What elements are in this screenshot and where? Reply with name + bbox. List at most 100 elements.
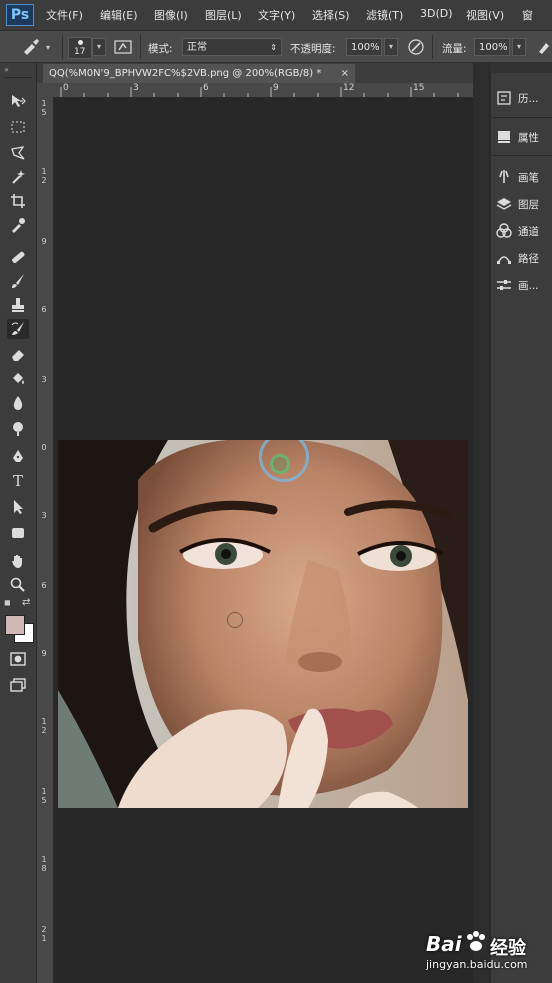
- eraser-tool[interactable]: [7, 345, 29, 365]
- panel-brush[interactable]: 画笔: [496, 165, 552, 189]
- swap-colors-icon[interactable]: ⇄: [22, 597, 30, 608]
- menu-filter[interactable]: 滤镜(T): [366, 7, 403, 23]
- menu-select[interactable]: 选择(S): [312, 7, 350, 23]
- brush-tip-icon: [78, 40, 83, 45]
- panel-properties[interactable]: 属性: [496, 125, 552, 149]
- paint-bucket-tool[interactable]: [7, 369, 29, 389]
- menu-type[interactable]: 文字(Y): [258, 7, 295, 23]
- type-tool[interactable]: T: [7, 471, 29, 491]
- ruler-label: 2 1: [41, 925, 47, 943]
- menu-edit[interactable]: 编辑(E): [100, 7, 138, 23]
- opacity-value: 100%: [351, 42, 380, 53]
- airbrush-icon[interactable]: [536, 38, 552, 56]
- brush-size-picker[interactable]: 17: [68, 37, 92, 59]
- layers-icon: [496, 198, 512, 210]
- pen-icon: [13, 450, 23, 462]
- dodge-icon: [13, 422, 23, 436]
- ruler-label: 9: [41, 649, 47, 658]
- watermark-brand-suffix: 经验: [490, 938, 526, 959]
- mode-select[interactable]: 正常 ⇕: [182, 38, 282, 56]
- blur-icon: [13, 396, 23, 410]
- ruler-label: 1 2: [41, 717, 47, 735]
- foreground-color-swatch[interactable]: [5, 615, 25, 635]
- horizontal-ruler-ticks: [60, 87, 459, 97]
- pressure-opacity-icon[interactable]: [406, 38, 426, 56]
- menu-3d[interactable]: 3D(D): [420, 7, 453, 20]
- stamp-tool[interactable]: [7, 295, 29, 315]
- divider: [62, 35, 63, 59]
- horizontal-ruler: 0 3 6 9 12 15: [37, 83, 473, 98]
- brush-panel-toggle-icon[interactable]: [114, 39, 132, 55]
- updown-arrows-icon: ⇕: [270, 43, 277, 52]
- flow-dropdown[interactable]: ▾: [512, 38, 526, 56]
- move-tool[interactable]: [7, 91, 29, 111]
- lasso-icon: [11, 146, 25, 160]
- document-image[interactable]: [58, 440, 468, 808]
- ruler-label: 1 8: [41, 855, 47, 873]
- tool-preset-icon[interactable]: [20, 38, 42, 56]
- spot-healing-tool[interactable]: [7, 247, 29, 267]
- hand-tool[interactable]: [7, 551, 29, 571]
- screen-mode-button[interactable]: [7, 675, 29, 695]
- flow-field[interactable]: 100%: [474, 38, 510, 56]
- marquee-tool[interactable]: [7, 117, 29, 137]
- sample-point-marker: [270, 454, 290, 474]
- pen-tool[interactable]: [7, 447, 29, 467]
- ruler-label: 3: [133, 83, 139, 93]
- crop-tool[interactable]: [7, 191, 29, 211]
- panel-brush-presets[interactable]: 画...: [496, 273, 552, 297]
- hand-icon: [12, 555, 22, 568]
- history-brush-tool[interactable]: [7, 319, 29, 339]
- ruler-label: 0: [63, 83, 69, 93]
- blur-tool[interactable]: [7, 393, 29, 413]
- path-select-tool[interactable]: [7, 497, 29, 517]
- ruler-label: 15: [413, 83, 425, 93]
- properties-icon: [498, 131, 510, 143]
- panel-channels-label: 通道: [518, 225, 539, 238]
- brush-size-dropdown[interactable]: ▾: [92, 38, 106, 56]
- panel-layers[interactable]: 图层: [496, 192, 552, 216]
- panel-history[interactable]: 历...: [496, 86, 552, 110]
- crop-icon: [11, 194, 25, 208]
- vertical-ruler: 1 5 1 2 9 6 3 0 3 6 9 1 2 1 5 1 8 2 1: [37, 97, 54, 983]
- close-icon[interactable]: ×: [341, 64, 349, 83]
- menu-view[interactable]: 视图(V): [466, 7, 504, 23]
- zoom-tool[interactable]: [7, 575, 29, 595]
- flow-value: 100%: [479, 42, 508, 53]
- eyedropper-icon: [12, 218, 25, 233]
- quick-mask-icon: [10, 652, 26, 666]
- opacity-field[interactable]: 100%: [346, 38, 382, 56]
- mode-value: 正常: [187, 42, 207, 53]
- panel-channels[interactable]: 通道: [496, 219, 552, 243]
- chevron-down-icon[interactable]: ▾: [46, 43, 50, 52]
- ruler-label: 6: [41, 305, 47, 314]
- path-select-icon: [14, 500, 23, 514]
- lasso-tool[interactable]: [7, 143, 29, 163]
- menu-layer[interactable]: 图层(L): [205, 7, 242, 23]
- toolbar-divider: [4, 77, 32, 78]
- watermark-url: jingyan.baidu.com: [426, 958, 528, 971]
- magic-wand-tool[interactable]: [7, 167, 29, 187]
- brush-tool[interactable]: [7, 271, 29, 291]
- panel-paths[interactable]: 路径: [496, 246, 552, 270]
- panel-brush-label: 画笔: [518, 171, 539, 184]
- collapse-arrows-icon[interactable]: »: [4, 65, 9, 74]
- marquee-icon: [11, 121, 25, 133]
- dodge-tool[interactable]: [7, 419, 29, 439]
- ruler-label: 6: [203, 83, 209, 93]
- panel-dock-header: [490, 63, 552, 73]
- ruler-label: 1 2: [41, 167, 47, 185]
- menu-window[interactable]: 窗: [522, 7, 533, 23]
- document-tab[interactable]: QQ(%M0N'9_BPHVW2FC%$2VB.png @ 200%(RGB/8…: [43, 64, 355, 83]
- eyedropper-tool[interactable]: [7, 215, 29, 235]
- default-colors-icon[interactable]: ◼: [4, 598, 11, 607]
- stamp-icon: [12, 298, 24, 312]
- panel-layers-label: 图层: [518, 198, 539, 211]
- eraser-icon: [12, 350, 24, 361]
- panel-paths-label: 路径: [518, 252, 539, 265]
- menu-image[interactable]: 图像(I): [154, 7, 188, 23]
- opacity-dropdown[interactable]: ▾: [384, 38, 398, 56]
- menu-file[interactable]: 文件(F): [46, 7, 83, 23]
- quick-mask-button[interactable]: [7, 649, 29, 669]
- shape-tool[interactable]: [7, 523, 29, 543]
